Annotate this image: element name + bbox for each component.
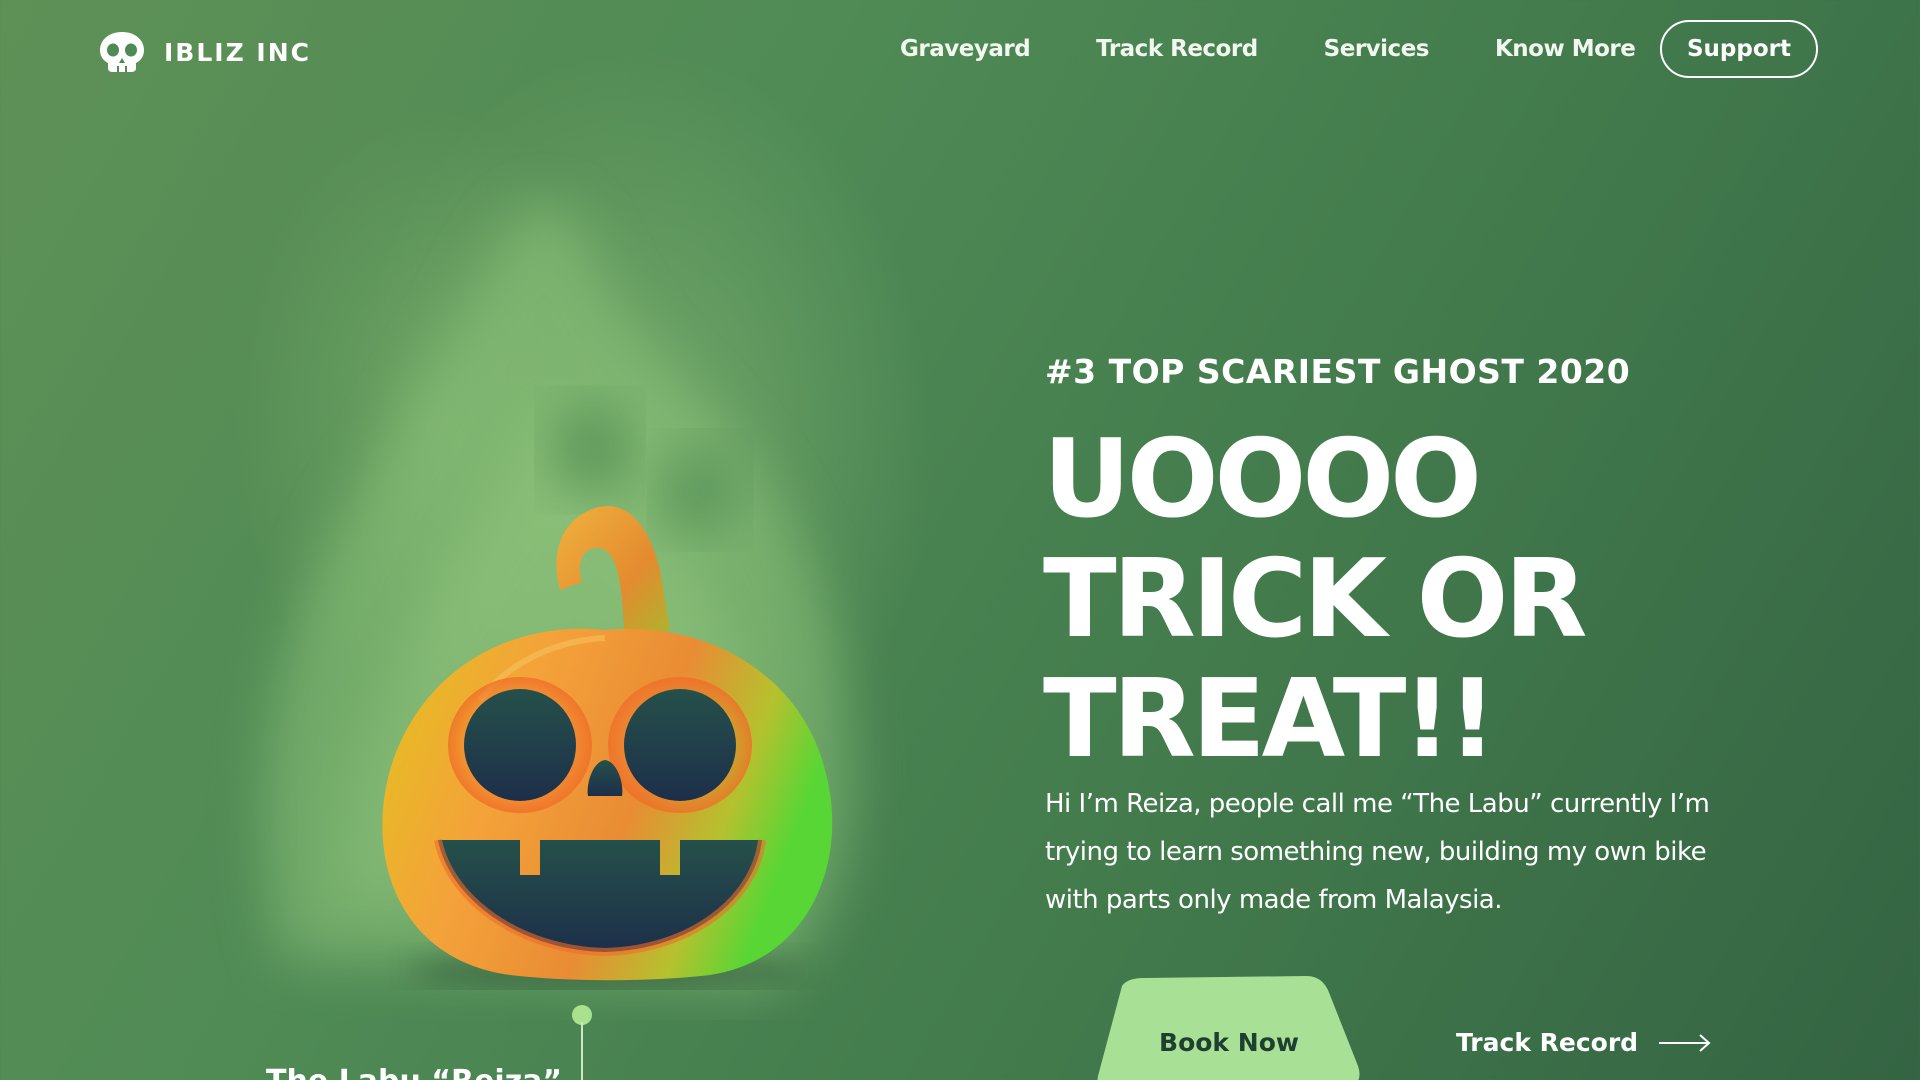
nav-item-know-more[interactable]: Know More (1495, 36, 1636, 62)
nav-item-graveyard[interactable]: Graveyard (900, 36, 1031, 62)
track-record-label: Track Record (1456, 1028, 1639, 1057)
nav-item-services[interactable]: Services (1324, 36, 1430, 62)
hero-title: UOOOO TRICK OR TREAT!! (1043, 417, 1588, 782)
pumpkin-caption: The Labu “Reiza” (266, 1064, 562, 1080)
arrow-right-icon (1659, 1033, 1711, 1052)
pumpkin-pointer-line (581, 1022, 583, 1080)
book-now-label: Book Now (1159, 1028, 1299, 1057)
hero-eyebrow: #3 TOP SCARIEST GHOST 2020 (1045, 352, 1631, 391)
brand-logo[interactable]: IBLIZ INC (98, 30, 311, 74)
hero-description: Hi I’m Reiza, people call me “The Labu” … (1045, 789, 1710, 915)
book-now-button[interactable]: Book Now (1096, 976, 1362, 1080)
hero-title-line-2: TRICK OR (1043, 537, 1588, 662)
nav-item-track-record[interactable]: Track Record (1096, 36, 1258, 62)
skull-icon (100, 32, 144, 72)
site-header: IBLIZ INC Graveyard Track Record Service… (0, 0, 1920, 102)
support-button[interactable]: Support (1660, 20, 1818, 78)
jack-o-lantern-icon (382, 506, 833, 990)
hero-title-line-3: TREAT!! (1043, 657, 1497, 782)
main-nav: Graveyard Track Record Services Know Mor… (900, 36, 1636, 62)
hero-title-line-1: UOOOO (1043, 417, 1482, 542)
track-record-link[interactable]: Track Record (1456, 1028, 1712, 1057)
brand-name: IBLIZ INC (164, 37, 311, 67)
